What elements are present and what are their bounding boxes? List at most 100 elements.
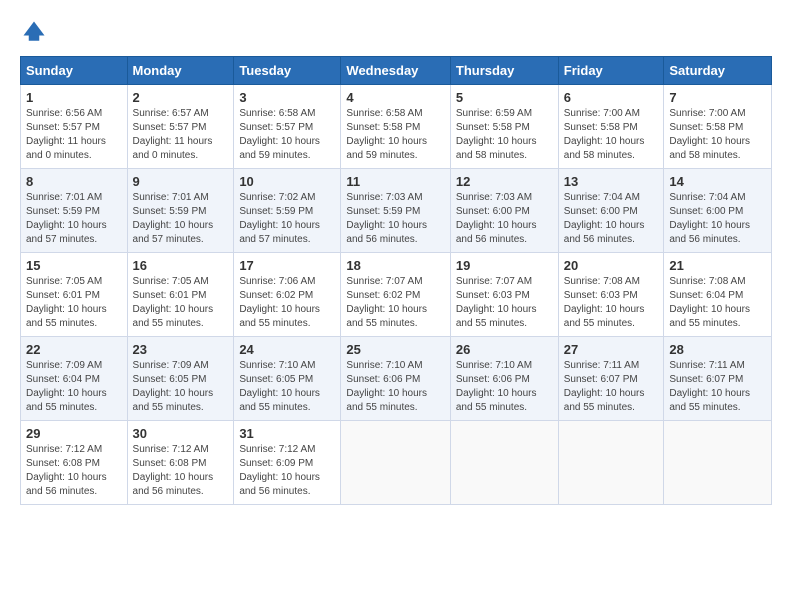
header-row: SundayMondayTuesdayWednesdayThursdayFrid… [21, 57, 772, 85]
calendar-cell: 1Sunrise: 6:56 AM Sunset: 5:57 PM Daylig… [21, 85, 128, 169]
calendar-cell: 5 Sunrise: 6:59 AM Sunset: 5:58 PM Daylig… [450, 85, 558, 169]
day-number: 8 [26, 174, 122, 189]
day-number: 24 [239, 342, 335, 357]
calendar-cell: 20Sunrise: 7:08 AM Sunset: 6:03 PM Dayli… [558, 253, 664, 337]
calendar-cell: 16Sunrise: 7:05 AM Sunset: 6:01 PM Dayli… [127, 253, 234, 337]
day-info: Sunrise: 7:00 AM Sunset: 5:58 PM Dayligh… [669, 107, 766, 163]
day-info: Sunrise: 6:57 AM Sunset: 5:57 PM Dayligh… [133, 107, 229, 163]
day-info: Sunrise: 7:04 AM Sunset: 6:00 PM Dayligh… [564, 191, 659, 247]
day-number: 26 [456, 342, 553, 357]
header-cell-thursday: Thursday [450, 57, 558, 85]
day-number: 4 [346, 90, 444, 105]
day-info: Sunrise: 7:10 AM Sunset: 6:06 PM Dayligh… [346, 359, 444, 415]
calendar-cell: 22Sunrise: 7:09 AM Sunset: 6:04 PM Dayli… [21, 337, 128, 421]
calendar-cell: 31 Sunrise: 7:12 AM Sunset: 6:09 PM Dayli… [234, 421, 341, 505]
calendar-cell: 9 Sunrise: 7:01 AM Sunset: 5:59 PM Daylig… [127, 169, 234, 253]
day-number: 18 [346, 258, 444, 273]
week-row-3: 15 Sunrise: 7:05 AM Sunset: 6:01 PM Dayli… [21, 253, 772, 337]
day-number: 23 [133, 342, 229, 357]
day-info: Sunrise: 7:00 AM Sunset: 5:58 PM Dayligh… [564, 107, 659, 163]
day-info: Sunrise: 7:11 AM Sunset: 6:07 PM Dayligh… [564, 359, 659, 415]
day-number: 6 [564, 90, 659, 105]
week-row-1: 1Sunrise: 6:56 AM Sunset: 5:57 PM Daylig… [21, 85, 772, 169]
day-number: 29 [26, 426, 122, 441]
day-number: 25 [346, 342, 444, 357]
calendar-cell: 25 Sunrise: 7:10 AM Sunset: 6:06 PM Dayli… [341, 337, 450, 421]
calendar-cell [664, 421, 772, 505]
calendar-cell: 26 Sunrise: 7:10 AM Sunset: 6:06 PM Dayli… [450, 337, 558, 421]
calendar-cell [558, 421, 664, 505]
header [20, 18, 772, 46]
calendar-cell: 15 Sunrise: 7:05 AM Sunset: 6:01 PM Dayli… [21, 253, 128, 337]
calendar-cell: 24 Sunrise: 7:10 AM Sunset: 6:05 PM Dayli… [234, 337, 341, 421]
day-info: Sunrise: 7:03 AM Sunset: 5:59 PM Dayligh… [346, 191, 444, 247]
calendar-body: 1Sunrise: 6:56 AM Sunset: 5:57 PM Daylig… [21, 85, 772, 505]
day-number: 3 [239, 90, 335, 105]
calendar-cell [341, 421, 450, 505]
calendar-cell: 30Sunrise: 7:12 AM Sunset: 6:08 PM Dayli… [127, 421, 234, 505]
day-info: Sunrise: 7:06 AM Sunset: 6:02 PM Dayligh… [239, 275, 335, 331]
day-number: 31 [239, 426, 335, 441]
header-cell-sunday: Sunday [21, 57, 128, 85]
day-info: Sunrise: 6:58 AM Sunset: 5:58 PM Dayligh… [346, 107, 444, 163]
day-number: 28 [669, 342, 766, 357]
calendar-cell: 19Sunrise: 7:07 AM Sunset: 6:03 PM Dayli… [450, 253, 558, 337]
day-info: Sunrise: 7:07 AM Sunset: 6:02 PM Dayligh… [346, 275, 444, 331]
day-number: 14 [669, 174, 766, 189]
calendar-cell [450, 421, 558, 505]
day-number: 27 [564, 342, 659, 357]
calendar-cell: 3 Sunrise: 6:58 AM Sunset: 5:57 PM Daylig… [234, 85, 341, 169]
day-number: 2 [133, 90, 229, 105]
calendar-cell: 2 Sunrise: 6:57 AM Sunset: 5:57 PM Daylig… [127, 85, 234, 169]
day-number: 15 [26, 258, 122, 273]
calendar-cell: 12 Sunrise: 7:03 AM Sunset: 6:00 PM Dayli… [450, 169, 558, 253]
day-number: 1 [26, 90, 122, 105]
day-number: 11 [346, 174, 444, 189]
day-info: Sunrise: 7:08 AM Sunset: 6:04 PM Dayligh… [669, 275, 766, 331]
day-info: Sunrise: 7:07 AM Sunset: 6:03 PM Dayligh… [456, 275, 553, 331]
day-info: Sunrise: 6:58 AM Sunset: 5:57 PM Dayligh… [239, 107, 335, 163]
day-info: Sunrise: 7:11 AM Sunset: 6:07 PM Dayligh… [669, 359, 766, 415]
calendar-cell: 18 Sunrise: 7:07 AM Sunset: 6:02 PM Dayli… [341, 253, 450, 337]
day-info: Sunrise: 7:04 AM Sunset: 6:00 PM Dayligh… [669, 191, 766, 247]
week-row-2: 8 Sunrise: 7:01 AM Sunset: 5:59 PM Daylig… [21, 169, 772, 253]
header-cell-friday: Friday [558, 57, 664, 85]
header-cell-wednesday: Wednesday [341, 57, 450, 85]
day-number: 17 [239, 258, 335, 273]
logo-icon [20, 18, 48, 46]
calendar-cell: 23 Sunrise: 7:09 AM Sunset: 6:05 PM Dayli… [127, 337, 234, 421]
header-cell-monday: Monday [127, 57, 234, 85]
calendar-cell: 13Sunrise: 7:04 AM Sunset: 6:00 PM Dayli… [558, 169, 664, 253]
day-info: Sunrise: 7:09 AM Sunset: 6:05 PM Dayligh… [133, 359, 229, 415]
week-row-4: 22Sunrise: 7:09 AM Sunset: 6:04 PM Dayli… [21, 337, 772, 421]
calendar-cell: 4 Sunrise: 6:58 AM Sunset: 5:58 PM Daylig… [341, 85, 450, 169]
day-number: 12 [456, 174, 553, 189]
day-info: Sunrise: 7:10 AM Sunset: 6:06 PM Dayligh… [456, 359, 553, 415]
calendar-cell: 10 Sunrise: 7:02 AM Sunset: 5:59 PM Dayli… [234, 169, 341, 253]
day-info: Sunrise: 7:08 AM Sunset: 6:03 PM Dayligh… [564, 275, 659, 331]
day-number: 10 [239, 174, 335, 189]
day-info: Sunrise: 6:59 AM Sunset: 5:58 PM Dayligh… [456, 107, 553, 163]
day-number: 16 [133, 258, 229, 273]
calendar-cell: 28 Sunrise: 7:11 AM Sunset: 6:07 PM Dayli… [664, 337, 772, 421]
calendar-cell: 14 Sunrise: 7:04 AM Sunset: 6:00 PM Dayli… [664, 169, 772, 253]
day-info: Sunrise: 7:02 AM Sunset: 5:59 PM Dayligh… [239, 191, 335, 247]
day-number: 22 [26, 342, 122, 357]
week-row-5: 29 Sunrise: 7:12 AM Sunset: 6:08 PM Dayli… [21, 421, 772, 505]
day-info: Sunrise: 7:01 AM Sunset: 5:59 PM Dayligh… [133, 191, 229, 247]
day-info: Sunrise: 7:03 AM Sunset: 6:00 PM Dayligh… [456, 191, 553, 247]
calendar-cell: 29Sunrise: 7:12 AM Sunset: 6:08 PM Dayli… [21, 421, 128, 505]
day-number: 5 [456, 90, 553, 105]
header-cell-tuesday: Tuesday [234, 57, 341, 85]
calendar-cell: 7Sunrise: 7:00 AM Sunset: 5:58 PM Daylig… [664, 85, 772, 169]
logo [20, 18, 52, 46]
day-info: Sunrise: 7:05 AM Sunset: 6:01 PM Dayligh… [26, 275, 122, 331]
day-number: 9 [133, 174, 229, 189]
calendar-cell: 8Sunrise: 7:01 AM Sunset: 5:59 PM Daylig… [21, 169, 128, 253]
page: SundayMondayTuesdayWednesdayThursdayFrid… [0, 0, 792, 517]
day-info: Sunrise: 7:10 AM Sunset: 6:05 PM Dayligh… [239, 359, 335, 415]
day-number: 21 [669, 258, 766, 273]
calendar-cell: 21 Sunrise: 7:08 AM Sunset: 6:04 PM Dayli… [664, 253, 772, 337]
day-info: Sunrise: 7:12 AM Sunset: 6:08 PM Dayligh… [133, 443, 229, 499]
day-info: Sunrise: 7:12 AM Sunset: 6:09 PM Dayligh… [239, 443, 335, 499]
